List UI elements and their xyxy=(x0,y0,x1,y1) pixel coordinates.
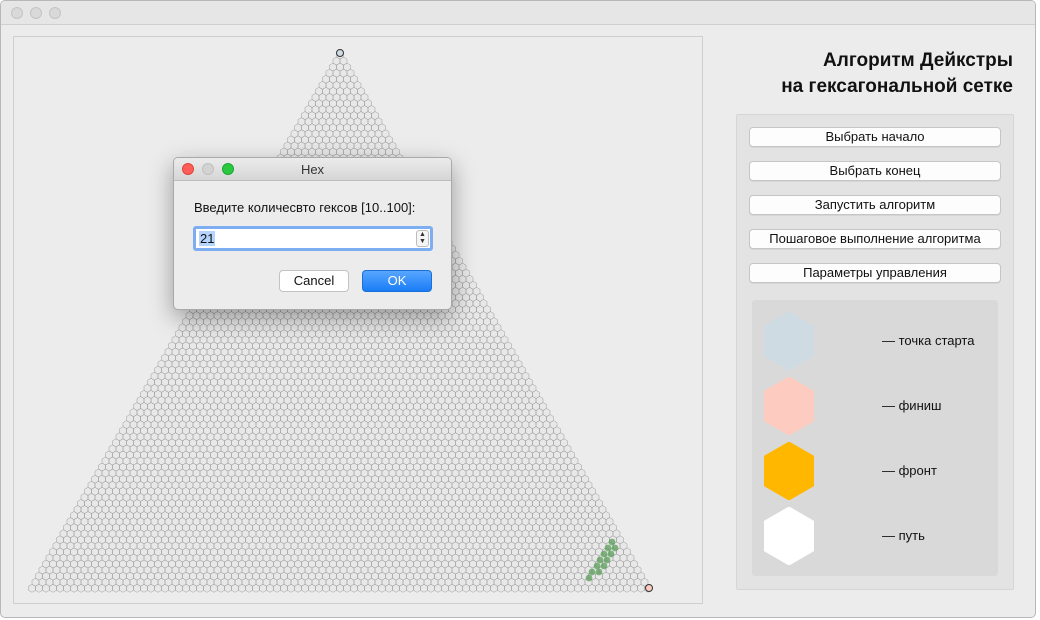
dialog-titlebar: Hex xyxy=(174,158,451,181)
control-settings-button[interactable]: Параметры управления xyxy=(749,263,1001,283)
legend-label-start: — точка старта xyxy=(882,333,975,348)
path-hex-icon xyxy=(764,507,814,565)
title-line-1: Алгоритм Дейкстры xyxy=(823,50,1013,71)
run-algorithm-button[interactable]: Запустить алгоритм xyxy=(749,195,1001,215)
start-point-marker xyxy=(336,49,344,57)
hex-count-dialog: Hex Введите количесвто гексов [10..100]:… xyxy=(173,157,452,310)
dialog-prompt: Введите количесвто гексов [10..100]: xyxy=(194,200,416,215)
title-line-2: на гексагональной сетке xyxy=(781,76,1013,97)
legend-label-finish: — финиш xyxy=(882,398,942,413)
window-minimize-button[interactable] xyxy=(30,7,42,19)
controls-panel: Выбрать начало Выбрать конец Запустить а… xyxy=(736,114,1014,590)
select-start-button[interactable]: Выбрать начало xyxy=(749,127,1001,147)
app-window: Алгоритм Дейкстры на гексагональной сетк… xyxy=(0,0,1036,618)
hex-grid-svg[interactable] xyxy=(14,37,704,605)
legend-label-path: — путь xyxy=(882,528,925,543)
page-title: Алгоритм Дейкстры на гексагональной сетк… xyxy=(693,48,1013,100)
legend-item-start: — точка старта xyxy=(752,312,998,370)
stepper-down-icon[interactable]: ▼ xyxy=(417,238,428,245)
hex-count-value[interactable]: 21 xyxy=(199,231,216,246)
start-hex-icon xyxy=(764,312,814,370)
select-end-button[interactable]: Выбрать конец xyxy=(749,161,1001,181)
legend-item-finish: — финиш xyxy=(752,377,998,435)
legend-label-front: — фронт xyxy=(882,463,937,478)
window-zoom-button[interactable] xyxy=(49,7,61,19)
window-titlebar xyxy=(1,1,1035,25)
finish-point-marker xyxy=(645,584,653,592)
hex-grid-canvas[interactable] xyxy=(13,36,703,604)
hex-cells[interactable] xyxy=(28,50,652,593)
dialog-title: Hex xyxy=(300,162,325,177)
hex-count-stepper[interactable]: ▲ ▼ xyxy=(416,230,429,247)
front-hex-icon xyxy=(764,442,814,500)
ok-button[interactable]: OK xyxy=(362,270,432,292)
step-algorithm-button[interactable]: Пошаговое выполнение алгоритма xyxy=(749,229,1001,249)
cancel-button[interactable]: Cancel xyxy=(279,270,349,292)
window-close-button[interactable] xyxy=(11,7,23,19)
legend-panel: — точка старта — финиш — фронт — путь xyxy=(752,300,998,576)
stepper-up-icon[interactable]: ▲ xyxy=(417,231,428,238)
hex-count-input-field[interactable]: 21 ▲ ▼ xyxy=(193,226,433,251)
legend-item-path: — путь xyxy=(752,507,998,565)
legend-item-front: — фронт xyxy=(752,442,998,500)
finish-hex-icon xyxy=(764,377,814,435)
